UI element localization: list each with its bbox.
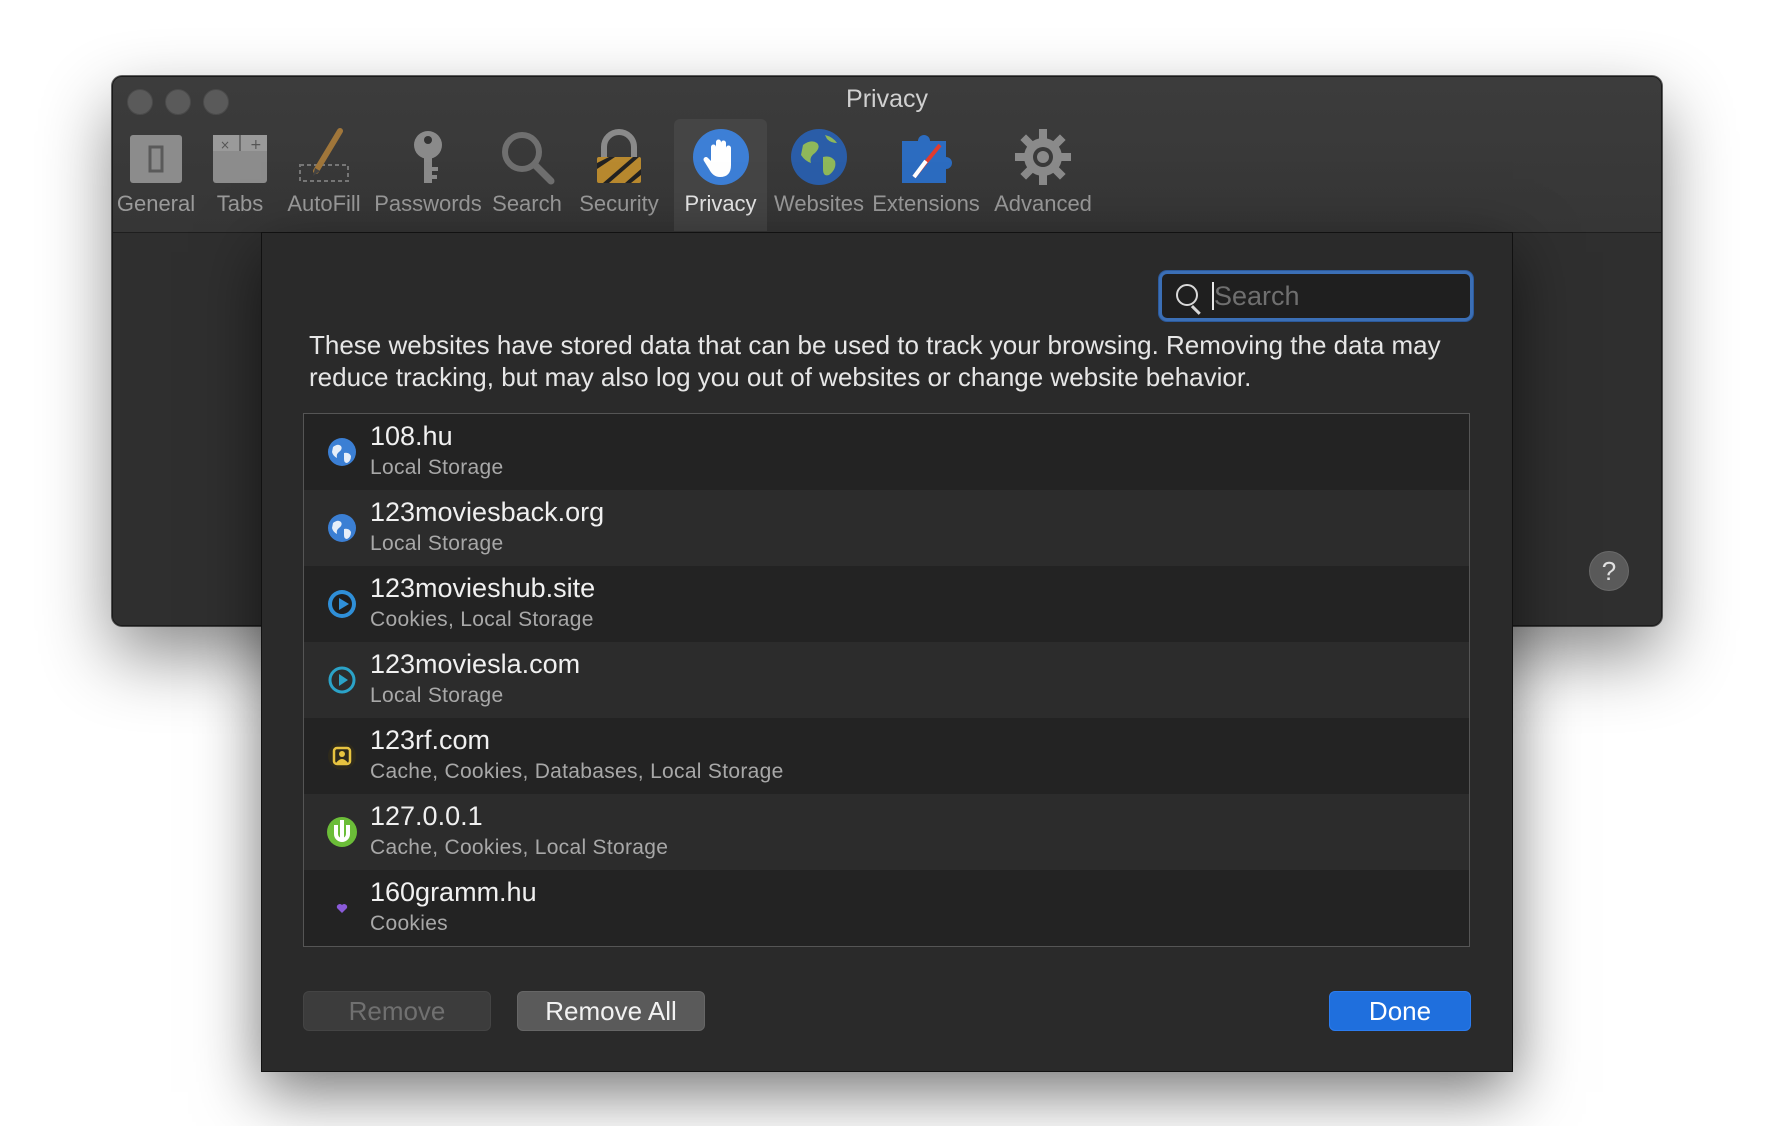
magnifier-icon: [1176, 284, 1198, 306]
remove-all-button[interactable]: Remove All: [517, 991, 705, 1031]
hand-icon: [691, 127, 751, 187]
tab-security[interactable]: Security: [575, 119, 663, 231]
search-input[interactable]: [1212, 278, 1456, 314]
help-button[interactable]: ?: [1589, 551, 1629, 591]
website-list[interactable]: 108.hu Local Storage 123moviesback.org L…: [303, 413, 1470, 947]
stored-data-types: Cache, Cookies, Local Storage: [370, 836, 669, 859]
website-name: 123movieshub.site: [370, 573, 596, 603]
general-icon: [126, 127, 186, 187]
stored-data-types: Local Storage: [370, 684, 504, 707]
toolbar: Privacy General × + Tabs AutoFill Passwo…: [113, 77, 1661, 233]
list-item[interactable]: 108.hu Local Storage: [304, 414, 1469, 490]
tab-tabs[interactable]: × + Tabs: [203, 119, 277, 231]
extensions-icon: [896, 127, 956, 187]
tab-search[interactable]: Search: [487, 119, 567, 231]
website-name: 123rf.com: [370, 725, 491, 755]
123rf-icon: [326, 740, 358, 772]
stored-data-types: Local Storage: [370, 532, 504, 555]
website-name: 123moviesback.org: [370, 497, 605, 527]
lock-icon: [589, 127, 649, 187]
website-data-sheet: These websites have stored data that can…: [261, 232, 1513, 1072]
globe-icon: [326, 512, 358, 544]
list-item[interactable]: 123moviesback.org Local Storage: [304, 490, 1469, 566]
website-name: 123moviesla.com: [370, 649, 581, 679]
globe-icon: [789, 127, 849, 187]
play-icon: [326, 588, 358, 620]
search-field[interactable]: [1159, 271, 1473, 321]
utorrent-icon: [326, 816, 358, 848]
list-item[interactable]: 123rf.com Cache, Cookies, Databases, Loc…: [304, 718, 1469, 794]
tab-autofill[interactable]: AutoFill: [283, 119, 365, 231]
tabs-icon: × +: [210, 127, 270, 187]
list-item[interactable]: 160gramm.hu Cookies: [304, 870, 1469, 946]
tab-general[interactable]: General: [115, 119, 197, 231]
key-icon: [398, 127, 458, 187]
done-button[interactable]: Done: [1329, 991, 1471, 1031]
stored-data-types: Cookies, Local Storage: [370, 608, 594, 631]
tab-passwords[interactable]: Passwords: [373, 119, 483, 231]
description-text: These websites have stored data that can…: [309, 330, 1441, 392]
autofill-icon: [294, 127, 354, 187]
stored-data-types: Local Storage: [370, 456, 504, 479]
window-title: Privacy: [846, 85, 928, 113]
website-name: 127.0.0.1: [370, 801, 483, 831]
search-icon: [497, 127, 557, 187]
svg-text:×: ×: [220, 138, 230, 152]
remove-button[interactable]: Remove: [303, 991, 491, 1031]
website-name: 108.hu: [370, 421, 453, 451]
tab-websites[interactable]: Websites: [773, 119, 865, 231]
tab-extensions[interactable]: Extensions: [871, 119, 981, 231]
stored-data-types: Cache, Cookies, Databases, Local Storage: [370, 760, 784, 783]
tab-advanced[interactable]: Advanced: [988, 119, 1098, 231]
tab-privacy[interactable]: Privacy: [674, 119, 767, 231]
heart-icon: [326, 892, 358, 924]
play-outline-icon: [326, 664, 358, 696]
gear-icon: [1013, 127, 1073, 187]
website-name: 160gramm.hu: [370, 877, 537, 907]
text-cursor: [1212, 282, 1214, 310]
list-item[interactable]: 123moviesla.com Local Storage: [304, 642, 1469, 718]
list-item[interactable]: 123movieshub.site Cookies, Local Storage: [304, 566, 1469, 642]
svg-text:+: +: [250, 137, 262, 153]
list-item[interactable]: 127.0.0.1 Cache, Cookies, Local Storage: [304, 794, 1469, 870]
globe-icon: [326, 436, 358, 468]
stored-data-types: Cookies: [370, 912, 448, 935]
